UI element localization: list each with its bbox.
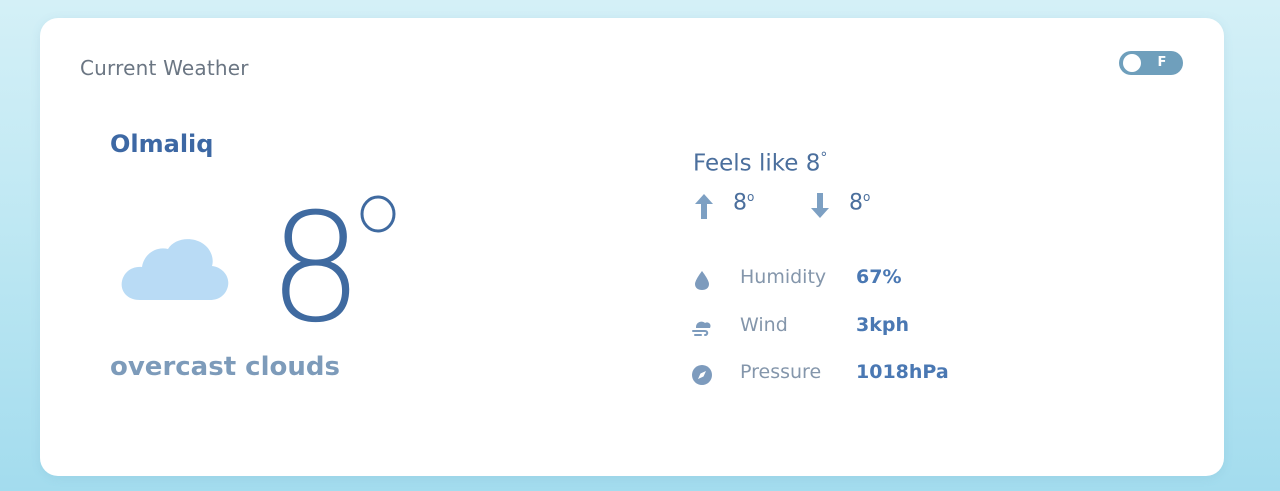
pressure-row: Pressure 1018hPa (691, 360, 991, 388)
temperature-degree-symbol (360, 195, 396, 233)
max-temp-degree: o (747, 190, 755, 204)
feels-like: Feels like 8° (693, 150, 827, 177)
arrow-up-icon (695, 194, 713, 219)
max-temp: 8o (693, 190, 773, 222)
humidity-label: Humidity (740, 266, 827, 288)
unit-toggle[interactable]: F (1119, 51, 1183, 75)
cloud-icon (121, 239, 229, 300)
min-temp-degree: o (863, 190, 871, 204)
compass-icon (692, 365, 712, 385)
pressure-label: Pressure (740, 361, 822, 383)
wind-icon (692, 321, 711, 336)
pressure-value: 1018hPa (856, 361, 949, 383)
humidity-value: 67% (856, 266, 902, 288)
arrow-down-icon (811, 193, 829, 218)
toggle-unit-label: F (1157, 55, 1167, 70)
min-temp-value: 8 (849, 190, 863, 216)
max-temp-value: 8 (733, 190, 747, 216)
min-temp: 8o (809, 190, 889, 222)
toggle-knob[interactable] (1123, 54, 1141, 72)
weather-description: overcast clouds (110, 352, 340, 382)
humidity-row: Humidity 67% (691, 265, 991, 293)
city-name: Olmaliq (110, 130, 214, 158)
card-title: Current Weather (80, 56, 249, 80)
wind-value: 3kph (856, 314, 909, 336)
temperature-value: 8 (268, 182, 364, 356)
wind-label: Wind (740, 314, 788, 336)
droplet-icon (695, 271, 709, 290)
feels-like-degree: ° (820, 150, 828, 166)
wind-row: Wind 3kph (691, 313, 991, 341)
feels-like-text: Feels like 8 (693, 150, 821, 177)
weather-card: Current Weather F Olmaliq 8 overcast clo… (40, 18, 1224, 476)
